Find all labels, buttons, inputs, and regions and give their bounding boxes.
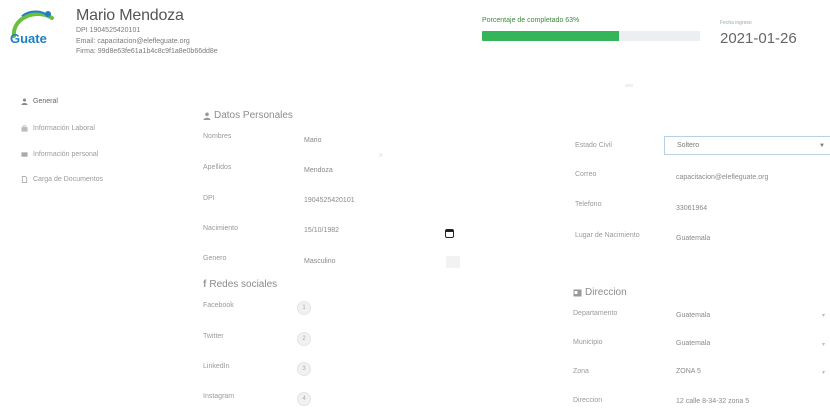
divider-mark (625, 84, 633, 87)
chevron-down-icon[interactable]: ▾ (822, 312, 825, 319)
label-correo: Correo (575, 171, 597, 178)
value-apellidos: Mendoza (304, 167, 333, 174)
label-departamento: Departamento (573, 310, 618, 317)
progress-fill (482, 31, 620, 41)
date-value: 2021-01-26 (720, 30, 797, 47)
value-genero: Masculino (304, 258, 336, 265)
user-dpi: DPI 1904525420101 (76, 27, 141, 34)
twitter-badge[interactable]: 2 (297, 332, 311, 346)
label-instagram: Instagram (203, 393, 235, 400)
facebook-icon: f (203, 279, 207, 290)
sidebar-item-informacion-laboral[interactable]: Información Laboral (21, 125, 95, 132)
social-section-title: f Redes sociales (203, 279, 277, 290)
estado-civil-select[interactable]: Soltero ▼ (664, 136, 830, 155)
sidebar-item-carga-documentos[interactable]: Carga de Documentos (21, 176, 103, 183)
label-dpi: DPI (203, 195, 215, 202)
label-twitter: Twitter (203, 333, 224, 340)
label-apellidos: Apellidos (203, 164, 232, 171)
user-name: Mario Mendoza (76, 7, 184, 24)
label-zona: Zona (573, 368, 589, 375)
label-nombres: Nombres (203, 133, 232, 140)
user-icon (21, 98, 28, 105)
calendar-icon[interactable] (445, 229, 454, 238)
value-lugar-nacimiento: Guatemala (676, 235, 711, 242)
label-direccion: Direccion (573, 397, 603, 404)
user-signature: Firma: 99d8e63fe61a1b4c8c9f1a8e0b66dd8e (76, 48, 218, 55)
value-municipio: Guatemala (676, 340, 711, 347)
sidebar-item-general[interactable]: General (21, 98, 58, 105)
facebook-badge[interactable]: 1 (297, 301, 311, 315)
chevron-down-icon: ▼ (819, 143, 825, 149)
user-icon (203, 112, 211, 120)
address-card-icon (573, 289, 582, 296)
value-nombres: Mario (304, 137, 322, 144)
progress-bar (482, 31, 700, 41)
label-municipio: Municipio (573, 339, 603, 346)
value-telefono: 33061964 (676, 205, 708, 212)
document-icon (21, 176, 28, 183)
date-label: Fecha ingreso (720, 20, 752, 26)
chevron-down-icon[interactable]: ▾ (822, 369, 825, 376)
section-title-text: Direccion (585, 287, 627, 298)
sidebar-item-informacion-personal[interactable]: Información personal (21, 151, 98, 158)
value-nacimiento: 15/10/1982 (304, 227, 340, 234)
label-genero: Genero (203, 255, 227, 262)
value-zona: ZONA 5 (676, 368, 701, 375)
user-email: Email: capacitacion@elefleguate.org (76, 38, 190, 45)
id-card-icon (21, 152, 28, 157)
personal-section-title: Datos Personales (203, 110, 293, 121)
logo-text: Guate (10, 31, 47, 46)
label-estado-civil: Estado Civil (575, 142, 612, 149)
label-nacimiento: Nacimiento (203, 225, 239, 232)
value-dpi: 1904525420101 (304, 197, 355, 204)
sidebar-item-label: Carga de Documentos (33, 176, 104, 183)
estado-civil-value: Soltero (677, 142, 700, 149)
guate-logo: Guate (10, 10, 54, 46)
section-title-text: Redes sociales (209, 279, 278, 290)
value-direccion: 12 calle 8-34-32 zona 5 (676, 398, 750, 405)
sidebar-item-label: Información Laboral (33, 125, 95, 132)
label-telefono: Telefono (575, 201, 602, 208)
close-icon: × (378, 150, 384, 160)
section-title-text: Datos Personales (214, 110, 293, 121)
sidebar-item-label: General (33, 98, 58, 105)
linkedin-badge[interactable]: 3 (297, 362, 311, 376)
sidebar-item-label: Información personal (33, 151, 99, 158)
label-lugar-nacimiento: Lugar de Nacimiento (575, 232, 640, 239)
label-linkedin: LinkedIn (203, 363, 230, 370)
value-departamento: Guatemala (676, 312, 711, 319)
progress-label: Porcentaje de completado 63% (482, 17, 580, 24)
briefcase-icon (21, 125, 28, 132)
address-section-title: Direccion (573, 287, 627, 298)
label-facebook: Facebook (203, 302, 234, 309)
dropdown-toggle[interactable] (446, 256, 460, 268)
instagram-badge[interactable]: 4 (297, 392, 311, 406)
chevron-down-icon[interactable]: ▾ (822, 341, 825, 348)
value-correo: capacitacion@elefleguate.org (676, 174, 769, 181)
